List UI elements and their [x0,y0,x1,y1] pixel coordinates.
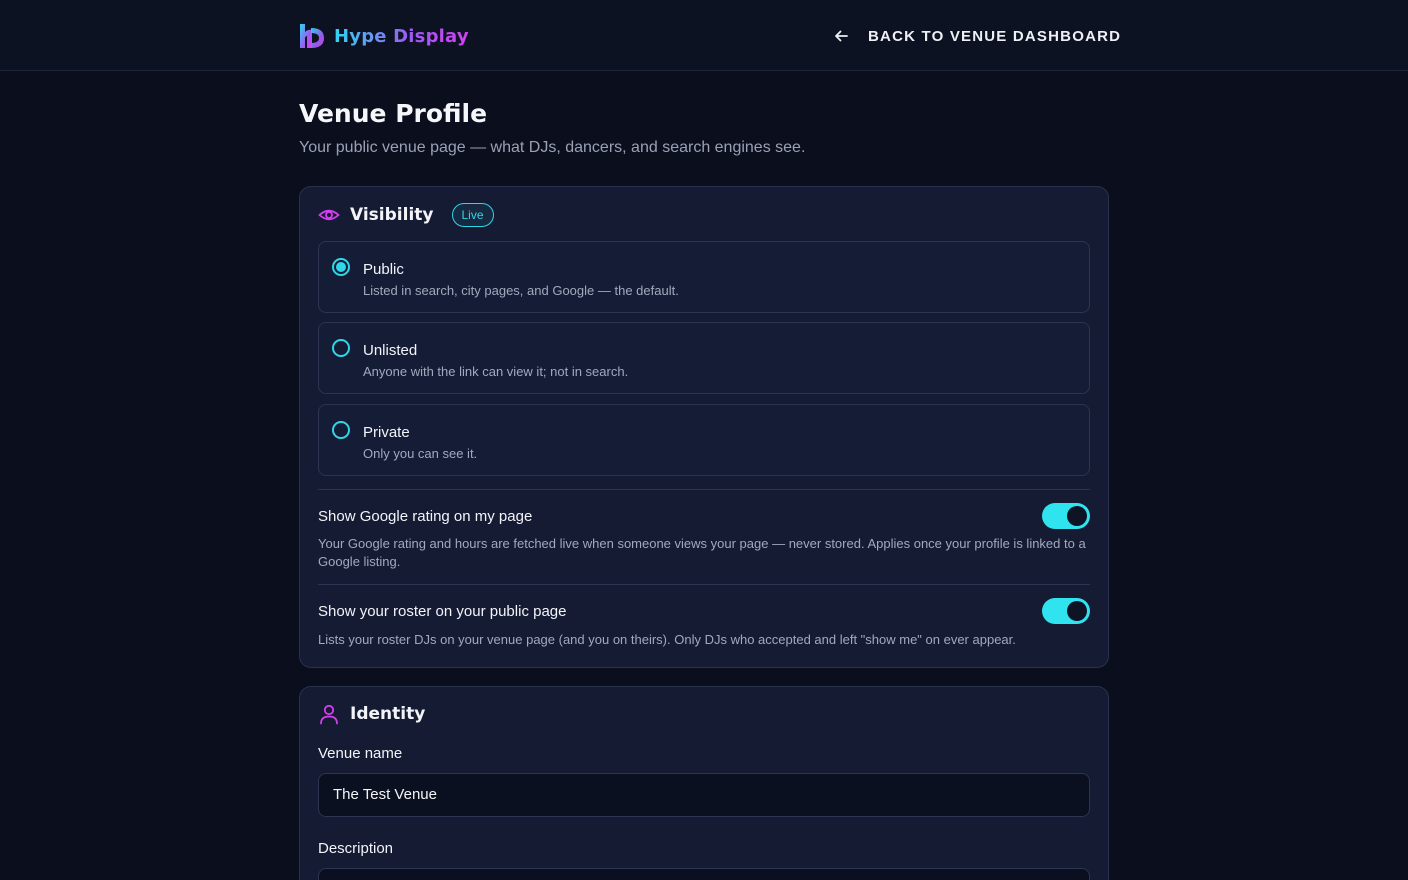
roster-description: Lists your roster DJs on your venue page… [318,632,1016,647]
option-description: Only you can see it. [363,446,478,461]
identity-title: Identity [350,704,426,724]
identity-header: Identity [318,702,425,726]
description-label: Description [318,840,394,857]
back-to-dashboard-link[interactable]: BACK TO VENUE DASHBOARD [832,24,1121,48]
venue-name-input[interactable]: The Test Venue [318,773,1090,817]
option-description: Listed in search, city pages, and Google… [363,283,679,298]
option-description: Anyone with the link can view it; not in… [363,364,629,379]
divider [318,489,1090,490]
option-label: Public [363,261,404,278]
google-rating-description: Your Google rating and hours are fetched… [318,536,1086,569]
divider [318,584,1090,585]
live-badge: Live [451,203,494,227]
visibility-option-public[interactable]: Public Listed in search, city pages, and… [318,241,1090,313]
roster-toggle[interactable] [1042,598,1090,624]
identity-card: Identity Venue name The Test Venue Descr… [299,686,1109,880]
venue-name-label: Venue name [318,745,403,762]
user-icon [320,704,338,725]
eye-icon [318,209,340,221]
page-title: Venue Profile [299,99,488,128]
top-bar: Hype Display BACK TO VENUE DASHBOARD [0,0,1408,71]
radio-public[interactable] [332,258,350,276]
google-rating-toggle[interactable] [1042,503,1090,529]
option-label: Unlisted [363,342,418,359]
toggle-knob [1067,601,1087,621]
description-input[interactable] [318,868,1090,880]
logo-text: Hype Display [334,25,469,47]
toggle-knob [1067,506,1087,526]
visibility-option-unlisted[interactable]: Unlisted Anyone with the link can view i… [318,322,1090,394]
back-link-label: BACK TO VENUE DASHBOARD [868,27,1122,45]
arrow-left-icon [835,30,848,42]
radio-unlisted[interactable] [332,339,350,357]
visibility-card: Visibility Live Public Listed in search,… [299,186,1109,668]
app-logo[interactable]: Hype Display [298,22,469,50]
google-rating-title: Show Google rating on my page [318,508,533,525]
visibility-option-private[interactable]: Private Only you can see it. [318,404,1090,476]
visibility-title: Visibility [350,205,434,225]
roster-title: Show your roster on your public page [318,603,567,620]
option-label: Private [363,424,410,441]
visibility-header: Visibility Live [318,203,494,227]
hype-display-logo-icon [300,24,324,48]
page-subtitle: Your public venue page — what DJs, dance… [299,139,806,156]
radio-private[interactable] [332,421,350,439]
